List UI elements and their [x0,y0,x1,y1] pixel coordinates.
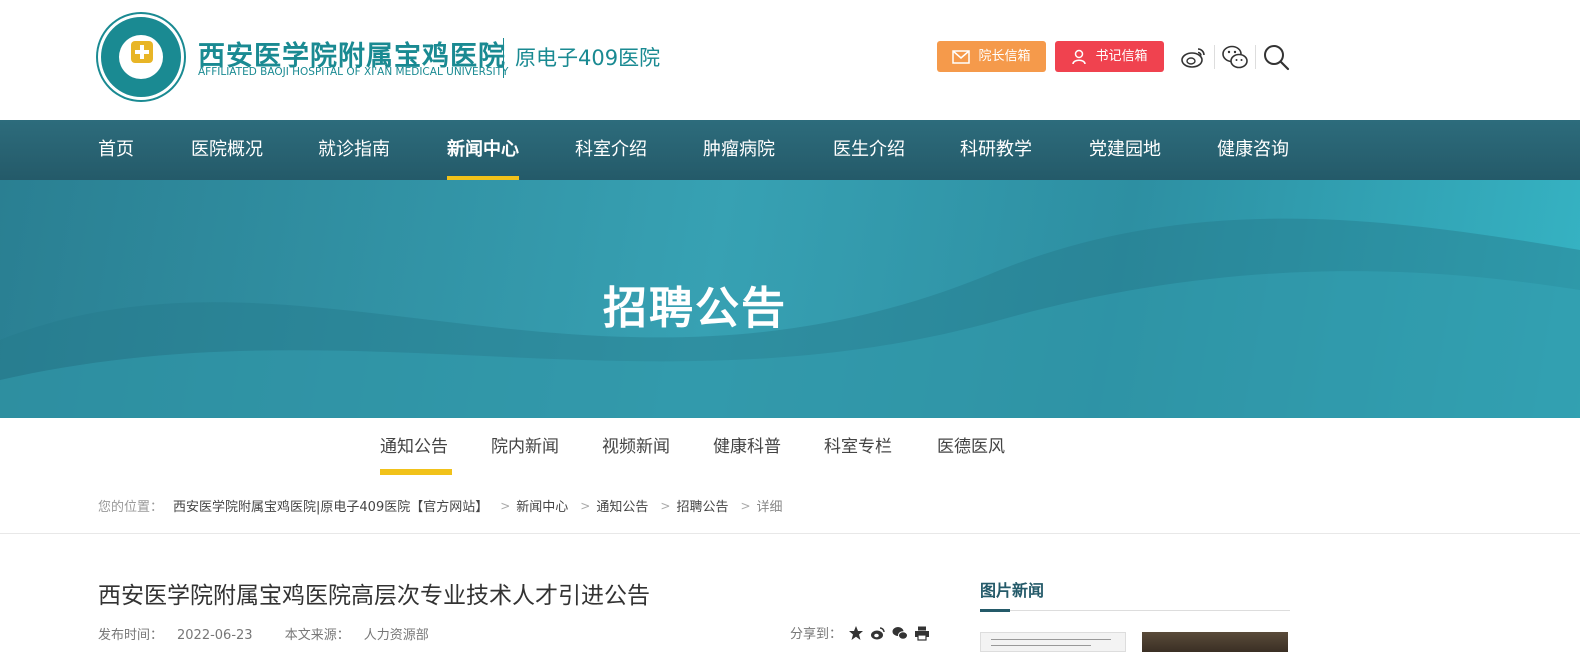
print-icon[interactable] [914,625,930,641]
nav-item-party[interactable]: 党建园地 [1089,120,1161,180]
hospital-name-en: AFFILIATED BAOJI HOSPITAL OF XI'AN MEDIC… [198,66,509,78]
user-icon [1072,49,1087,64]
main-nav: 首页 医院概况 就诊指南 新闻中心 科室介绍 肿瘤病院 医生介绍 科研教学 党建… [0,120,1580,180]
icon-divider [1214,45,1215,69]
breadcrumb-notices[interactable]: 通知公告 [596,496,648,515]
share-bar: 分享到： [790,623,930,642]
breadcrumb-home[interactable]: 西安医学院附属宝鸡医院|原电子409医院【官方网站】 [173,496,488,515]
picture-news-thumbnail[interactable] [1142,632,1288,652]
breadcrumb-news[interactable]: 新闻中心 [516,496,568,515]
sub-nav: 通知公告 院内新闻 视频新闻 健康科普 科室专栏 医德医风 [0,418,1580,476]
nav-item-overview[interactable]: 医院概况 [191,120,263,180]
side-section-title: 图片新闻 [980,581,1045,600]
page-banner: 招聘公告 [0,180,1580,418]
side-divider-accent [980,609,1010,612]
source-label: 本文来源： [284,628,350,643]
source-value: 人力资源部 [363,628,429,643]
hospital-seal-logo[interactable] [98,14,184,100]
subnav-item-dept-column[interactable]: 科室专栏 [824,418,892,476]
star-icon[interactable] [848,625,864,641]
banner-title: 招聘公告 [603,283,787,334]
picture-news-thumbnail[interactable] [980,632,1126,652]
weibo-icon[interactable] [1180,43,1208,71]
subnav-item-notices[interactable]: 通知公告 [380,418,448,476]
president-mailbox-label: 院长信箱 [978,49,1031,64]
nav-item-research[interactable]: 科研教学 [960,120,1032,180]
hospital-former-name: 原电子409医院 [515,46,661,70]
nav-item-doctors[interactable]: 医生介绍 [833,120,905,180]
secretary-mailbox-label: 书记信箱 [1095,49,1148,64]
chevron-right-icon: > [660,498,671,513]
president-mailbox-button[interactable]: 院长信箱 [937,41,1046,72]
nav-item-departments[interactable]: 科室介绍 [575,120,647,180]
nav-item-oncology[interactable]: 肿瘤病院 [703,120,775,180]
side-divider [980,610,1290,611]
wechat-share-icon[interactable] [892,625,909,641]
nav-item-home[interactable]: 首页 [98,120,134,180]
subnav-item-health-science[interactable]: 健康科普 [713,418,781,476]
breadcrumb-bar: 您的位置： 西安医学院附属宝鸡医院|原电子409医院【官方网站】 > 新闻中心 … [0,476,1580,534]
chevron-right-icon: > [500,498,511,513]
subnav-item-video-news[interactable]: 视频新闻 [602,418,670,476]
nav-item-news[interactable]: 新闻中心 [447,120,519,180]
chevron-right-icon: > [740,498,751,513]
nav-item-consult[interactable]: 健康咨询 [1217,120,1289,180]
mail-icon [952,49,971,64]
nav-item-guide[interactable]: 就诊指南 [318,120,390,180]
breadcrumb-prefix: 您的位置： [98,500,164,515]
breadcrumb: 您的位置： 西安医学院附属宝鸡医院|原电子409医院【官方网站】 > 新闻中心 … [98,496,783,516]
logo-divider [503,38,504,78]
secretary-mailbox-button[interactable]: 书记信箱 [1055,41,1164,72]
breadcrumb-recruitment[interactable]: 招聘公告 [676,496,728,515]
site-header: 西安医学院附属宝鸡医院 AFFILIATED BAOJI HOSPITAL OF… [0,0,1580,120]
article-meta: 发布时间： 2022-06-23 本文来源： 人力资源部 [98,624,457,643]
chevron-right-icon: > [580,498,591,513]
publish-date: 2022-06-23 [177,628,253,643]
share-label: 分享到： [790,627,843,642]
search-icon[interactable] [1262,43,1290,71]
publish-label: 发布时间： [98,628,164,643]
subnav-active-indicator [380,469,452,475]
subnav-item-ethics[interactable]: 医德医风 [937,418,1005,476]
subnav-item-hospital-news[interactable]: 院内新闻 [491,418,559,476]
breadcrumb-current: 详细 [756,500,783,515]
wechat-icon[interactable] [1221,43,1249,71]
weibo-share-icon[interactable] [870,625,886,641]
article-title: 西安医学院附属宝鸡医院高层次专业技术人才引进公告 [98,583,650,609]
icon-divider [1255,45,1256,69]
